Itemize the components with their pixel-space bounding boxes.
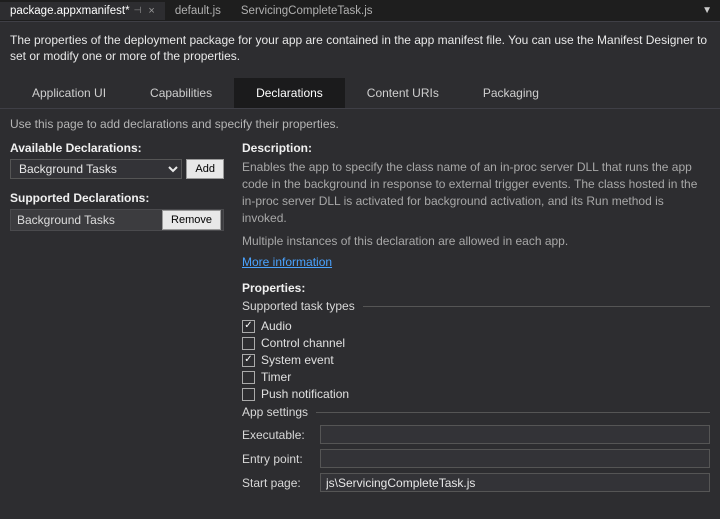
- description-p1: Enables the app to specify the class nam…: [242, 159, 710, 226]
- tab-capabilities[interactable]: Capabilities: [128, 78, 234, 108]
- executable-label: Executable:: [242, 428, 314, 442]
- checkbox-audio[interactable]: Audio: [242, 319, 710, 333]
- right-panel: Description: Enables the app to specify …: [242, 141, 710, 497]
- checkbox-label: Push notification: [261, 387, 349, 401]
- checkbox-label: Control channel: [261, 336, 345, 350]
- tab-declarations[interactable]: Declarations: [234, 78, 345, 108]
- supported-item-label: Background Tasks: [17, 213, 162, 227]
- supported-declarations-label: Supported Declarations:: [10, 191, 224, 205]
- checkbox-timer[interactable]: Timer: [242, 370, 710, 384]
- description-heading: Description:: [242, 141, 710, 155]
- tab-application-ui[interactable]: Application UI: [10, 78, 128, 108]
- tabs-overflow-icon[interactable]: ▼: [694, 5, 720, 16]
- page-intro: The properties of the deployment package…: [0, 22, 720, 72]
- checkbox-icon[interactable]: [242, 354, 255, 367]
- checkbox-icon[interactable]: [242, 371, 255, 384]
- more-information-link[interactable]: More information: [242, 255, 332, 269]
- doc-tab-servicing[interactable]: ServicingCompleteTask.js: [231, 2, 383, 20]
- tab-content-uris[interactable]: Content URIs: [345, 78, 461, 108]
- entry-point-field[interactable]: [320, 449, 710, 468]
- checkbox-icon[interactable]: [242, 320, 255, 333]
- section-label: Supported task types: [242, 299, 355, 313]
- start-page-field[interactable]: [320, 473, 710, 492]
- checkbox-icon[interactable]: [242, 388, 255, 401]
- executable-field[interactable]: [320, 425, 710, 444]
- tab-packaging[interactable]: Packaging: [461, 78, 561, 108]
- checkbox-push-notification[interactable]: Push notification: [242, 387, 710, 401]
- doc-tab-label: package.appxmanifest*: [10, 5, 130, 17]
- description-p2: Multiple instances of this declaration a…: [242, 233, 710, 250]
- doc-tab-label: ServicingCompleteTask.js: [241, 5, 373, 17]
- doc-tab-default[interactable]: default.js: [165, 2, 231, 20]
- available-declarations-label: Available Declarations:: [10, 141, 224, 155]
- checkbox-label: Timer: [261, 370, 291, 384]
- manifest-nav: Application UI Capabilities Declarations…: [0, 78, 720, 109]
- close-icon[interactable]: ×: [148, 5, 154, 17]
- supported-declaration-item[interactable]: Background Tasks Remove: [10, 209, 224, 231]
- left-panel: Available Declarations: Background Tasks…: [10, 141, 242, 497]
- checkbox-label: System event: [261, 353, 334, 367]
- document-tabs: package.appxmanifest* ⊣ × default.js Ser…: [0, 0, 720, 22]
- add-button[interactable]: Add: [186, 159, 224, 179]
- checkbox-icon[interactable]: [242, 337, 255, 350]
- available-declarations-select[interactable]: Background Tasks: [10, 159, 182, 179]
- checkbox-label: Audio: [261, 319, 292, 333]
- checkbox-control-channel[interactable]: Control channel: [242, 336, 710, 350]
- supported-task-types-section: Supported task types: [242, 299, 710, 313]
- start-page-label: Start page:: [242, 476, 314, 490]
- app-settings-section: App settings: [242, 405, 710, 419]
- section-label: App settings: [242, 405, 308, 419]
- pin-icon[interactable]: ⊣: [134, 5, 142, 16]
- tab-description: Use this page to add declarations and sp…: [0, 109, 720, 141]
- checkbox-system-event[interactable]: System event: [242, 353, 710, 367]
- entry-point-label: Entry point:: [242, 452, 314, 466]
- doc-tab-label: default.js: [175, 5, 221, 17]
- remove-button[interactable]: Remove: [162, 210, 221, 230]
- properties-heading: Properties:: [242, 281, 710, 295]
- doc-tab-manifest[interactable]: package.appxmanifest* ⊣ ×: [0, 2, 165, 20]
